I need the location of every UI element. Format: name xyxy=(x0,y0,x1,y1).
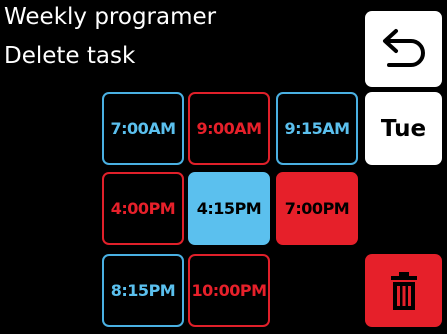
time-slot-7-00am[interactable]: 7:00AM xyxy=(102,92,184,165)
day-select-button[interactable]: Tue xyxy=(365,92,442,165)
time-slot-9-15am[interactable]: 9:15AM xyxy=(276,92,358,165)
back-arrow-icon xyxy=(382,29,425,67)
weekly-programmer-screen: Weekly programer Delete task 7:00AM 9:00… xyxy=(0,0,447,334)
back-button[interactable] xyxy=(365,11,442,87)
day-label: Tue xyxy=(380,115,427,142)
time-slot-7-00pm[interactable]: 7:00PM xyxy=(276,172,358,245)
trash-icon xyxy=(390,271,417,310)
time-slot-8-15pm[interactable]: 8:15PM xyxy=(102,254,184,327)
time-slot-9-00am[interactable]: 9:00AM xyxy=(188,92,270,165)
screen-subtitle: Delete task xyxy=(4,43,136,69)
time-slot-4-00pm[interactable]: 4:00PM xyxy=(102,172,184,245)
time-slot-10-00pm[interactable]: 10:00PM xyxy=(188,254,270,327)
screen-title: Weekly programer xyxy=(4,4,217,30)
delete-button[interactable] xyxy=(365,254,442,327)
time-slot-4-15pm[interactable]: 4:15PM xyxy=(188,172,270,245)
